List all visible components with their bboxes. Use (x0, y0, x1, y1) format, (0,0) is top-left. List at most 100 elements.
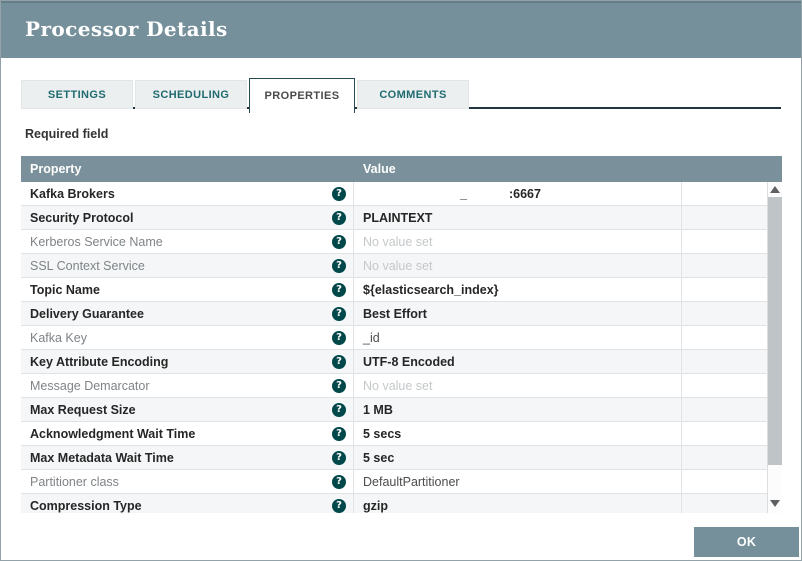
table-row: Kafka Key? _id (21, 326, 767, 350)
help-question-icon[interactable]: ? (332, 426, 346, 441)
table-row: Max Request Size? 1 MB (21, 398, 767, 422)
help-question-icon[interactable]: ? (332, 282, 346, 297)
tab-settings[interactable]: SETTINGS (21, 80, 133, 109)
table-row: Max Metadata Wait Time? 5 sec (21, 446, 767, 470)
property-value: No value set (354, 230, 682, 253)
empty-cell (682, 350, 767, 373)
property-cell: Max Metadata Wait Time? (21, 446, 354, 469)
tab-comments[interactable]: COMMENTS (357, 80, 469, 109)
empty-cell (682, 254, 767, 277)
table-header: Property Value (21, 156, 782, 182)
table-row: Kafka Brokers? _ :6667 (21, 182, 767, 206)
property-name: Security Protocol (30, 210, 134, 225)
tab-scheduling[interactable]: SCHEDULING (135, 80, 247, 109)
property-value: No value set (354, 254, 682, 277)
property-name: Max Request Size (30, 402, 136, 417)
property-value: _ :6667 (354, 182, 682, 205)
property-name: Kafka Key (30, 330, 87, 345)
property-name: Message Demarcator (30, 378, 150, 393)
help-question-icon[interactable]: ? (332, 498, 346, 513)
dialog-header: Processor Details (1, 1, 801, 58)
property-value: 5 sec (354, 446, 682, 469)
table-row: Partitioner class? DefaultPartitioner (21, 470, 767, 494)
property-name: Topic Name (30, 282, 100, 297)
table-row: Security Protocol? PLAINTEXT (21, 206, 767, 230)
table-row: Delivery Guarantee? Best Effort (21, 302, 767, 326)
empty-cell (682, 230, 767, 253)
redacted-fragment: _ (460, 186, 467, 201)
table-row: Acknowledgment Wait Time? 5 secs (21, 422, 767, 446)
properties-table-body: Kafka Brokers? _:6667 Security Protocol? PL… (21, 182, 782, 513)
column-header-property: Property (30, 162, 82, 176)
property-cell: Partitioner class? (21, 470, 354, 493)
property-cell: Compression Type? (21, 494, 354, 513)
property-name: Compression Type (30, 498, 142, 513)
property-value: 1 MB (354, 398, 682, 421)
table-row: Kerberos Service Name? No value set (21, 230, 767, 254)
property-cell: Kerberos Service Name? (21, 230, 354, 253)
help-question-icon[interactable]: ? (332, 402, 346, 417)
empty-cell (682, 398, 767, 421)
property-value: 5 secs (354, 422, 682, 445)
property-value: PLAINTEXT (354, 206, 682, 229)
property-cell: Key Attribute Encoding? (21, 350, 354, 373)
empty-cell (682, 326, 767, 349)
tab-properties[interactable]: PROPERTIES (249, 78, 355, 113)
help-question-icon[interactable]: ? (332, 354, 346, 369)
help-question-icon[interactable]: ? (332, 474, 346, 489)
property-cell: Security Protocol? (21, 206, 354, 229)
scroll-down-arrow-icon[interactable] (770, 500, 780, 507)
empty-cell (682, 470, 767, 493)
property-value: Best Effort (354, 302, 682, 325)
property-value: gzip (354, 494, 682, 513)
help-question-icon[interactable]: ? (332, 378, 346, 393)
property-cell: Delivery Guarantee? (21, 302, 354, 325)
vertical-scrollbar[interactable] (767, 182, 782, 513)
property-name: Partitioner class (30, 474, 119, 489)
property-cell: Kafka Key? (21, 326, 354, 349)
help-question-icon[interactable]: ? (332, 186, 346, 201)
empty-cell (682, 494, 767, 513)
property-name: Acknowledgment Wait Time (30, 426, 196, 441)
table-row: Key Attribute Encoding? UTF-8 Encoded (21, 350, 767, 374)
column-header-value: Value (363, 162, 396, 176)
property-value: _id (354, 326, 682, 349)
property-cell: Max Request Size? (21, 398, 354, 421)
ok-button[interactable]: OK (694, 527, 799, 557)
property-cell: Message Demarcator? (21, 374, 354, 397)
help-question-icon[interactable]: ? (332, 450, 346, 465)
table-row: SSL Context Service? No value set (21, 254, 767, 278)
property-name: Key Attribute Encoding (30, 354, 169, 369)
help-question-icon[interactable]: ? (332, 330, 346, 345)
property-name: Kafka Brokers (30, 186, 115, 201)
empty-cell (682, 446, 767, 469)
empty-cell (682, 302, 767, 325)
property-name: Delivery Guarantee (30, 306, 144, 321)
empty-cell (682, 374, 767, 397)
property-value: DefaultPartitioner (354, 470, 682, 493)
required-field-label: Required field (25, 127, 109, 141)
property-value: UTF-8 Encoded (354, 350, 682, 373)
table-row: Topic Name? ${elasticsearch_index} (21, 278, 767, 302)
tab-bar: SETTINGS SCHEDULING PROPERTIES COMMENTS (21, 78, 469, 113)
dialog-title: Processor Details (25, 17, 228, 41)
help-question-icon[interactable]: ? (332, 210, 346, 225)
scrollbar-thumb[interactable] (768, 197, 782, 465)
help-question-icon[interactable]: ? (332, 306, 346, 321)
property-value: ${elasticsearch_index} (354, 278, 682, 301)
property-cell: Acknowledgment Wait Time? (21, 422, 354, 445)
help-question-icon[interactable]: ? (332, 234, 346, 249)
property-cell: SSL Context Service? (21, 254, 354, 277)
property-name: SSL Context Service (30, 258, 145, 273)
property-name: Kerberos Service Name (30, 234, 163, 249)
property-cell: Topic Name? (21, 278, 354, 301)
empty-cell (682, 182, 767, 205)
help-question-icon[interactable]: ? (332, 258, 346, 273)
scroll-up-arrow-icon[interactable] (770, 186, 780, 193)
empty-cell (682, 422, 767, 445)
property-value: No value set (354, 374, 682, 397)
property-cell: Kafka Brokers? (21, 182, 354, 205)
table-rows: Kafka Brokers? _:6667 Security Protocol? PL… (21, 182, 767, 513)
visible-value-fragment: :6667 (508, 186, 541, 201)
table-row: Compression Type? gzip (21, 494, 767, 513)
